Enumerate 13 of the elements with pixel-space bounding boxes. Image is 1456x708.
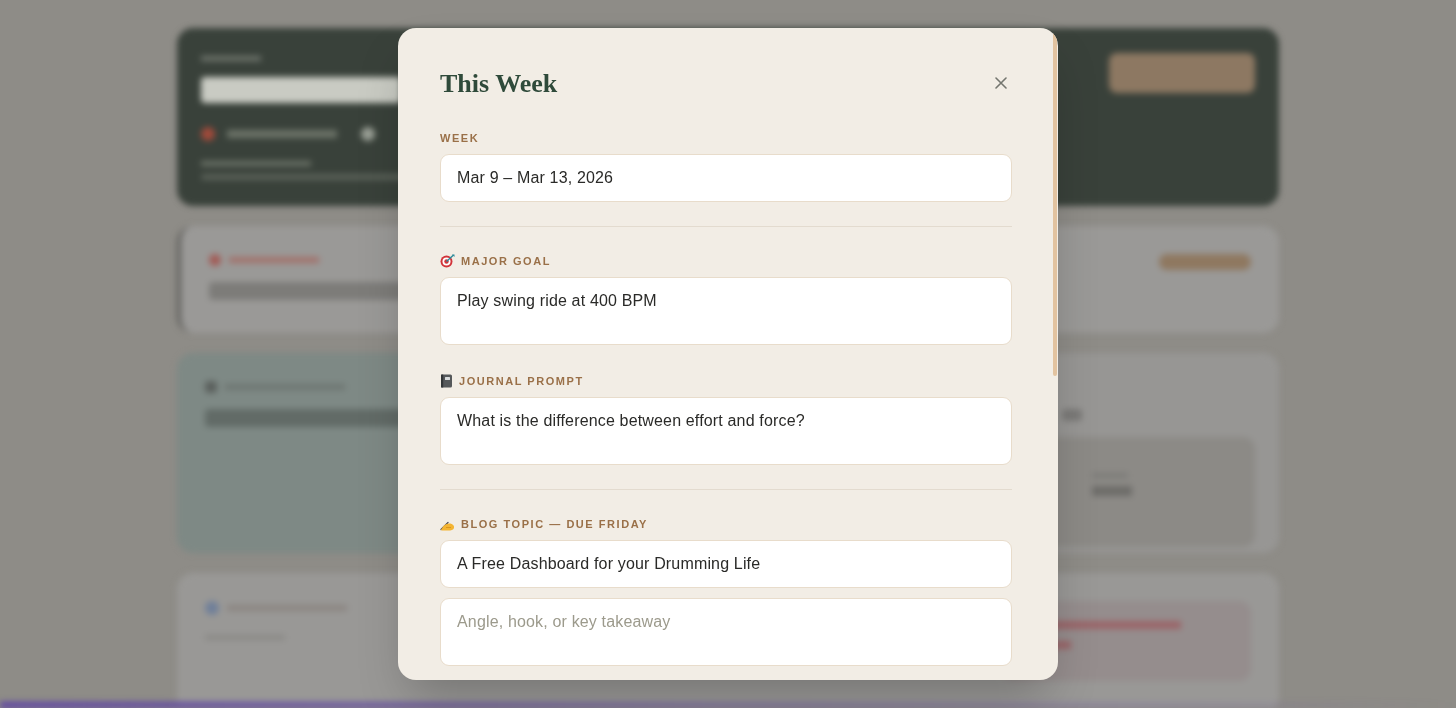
text-area[interactable]: Play swing ride at 400 BPM	[440, 277, 1012, 345]
notebook-icon	[440, 374, 453, 388]
text-area[interactable]: Angle, hook, or key takeaway	[440, 598, 1012, 666]
close-icon	[995, 77, 1007, 89]
field-label: BLOG TOPIC — DUE FRIDAY	[461, 517, 648, 532]
field-label: MAJOR GOAL	[461, 254, 551, 269]
input-field[interactable]: Mar 9 – Mar 13, 2026	[440, 154, 1012, 202]
target-icon	[440, 254, 455, 268]
input-field[interactable]: A Free Dashboard for your Drumming Life	[440, 540, 1012, 588]
text-area[interactable]: What is the difference between effort and force?	[440, 397, 1012, 465]
field-label: JOURNAL PROMPT	[459, 374, 584, 389]
dialog-title: This Week	[440, 68, 558, 100]
field-label: WEEK	[440, 131, 480, 146]
